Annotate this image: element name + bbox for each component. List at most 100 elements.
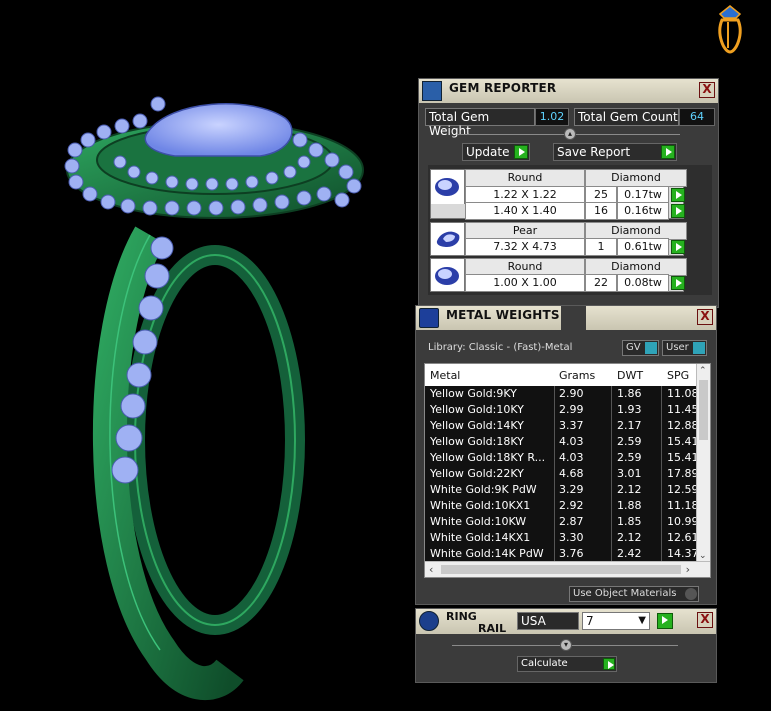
dwt-cell: 2.17	[617, 419, 642, 432]
gem-reporter-close-button[interactable]: X	[699, 82, 715, 98]
save-report-button[interactable]: Save Report	[553, 143, 677, 161]
dwt-cell: 1.93	[617, 403, 642, 416]
metal-weights-row[interactable]: Yellow Gold:10KY 2.99 1.93 11.45	[425, 402, 697, 418]
grams-cell: 2.90	[559, 387, 584, 400]
metal-weights-row[interactable]: Yellow Gold:22KY 4.68 3.01 17.89	[425, 466, 697, 482]
pear-gem-thumbnail-icon	[431, 223, 465, 255]
column-separator	[661, 530, 662, 546]
calculate-go-icon	[603, 658, 615, 670]
metal-weights-row[interactable]: Yellow Gold:18KY R... 4.03 2.59 15.41	[425, 450, 697, 466]
update-button[interactable]: Update	[462, 143, 530, 161]
ring-size-select[interactable]: 7 ▼	[582, 612, 650, 630]
scroll-up-icon[interactable]: ⌃	[699, 366, 708, 376]
metal-name-cell: Yellow Gold:22KY	[430, 467, 524, 480]
column-separator	[661, 546, 662, 562]
column-separator	[611, 498, 612, 514]
column-separator	[554, 514, 555, 530]
dropdown-arrow-icon: ▼	[638, 615, 646, 626]
metal-weights-row[interactable]: Yellow Gold:14KY 3.37 2.17 12.88	[425, 418, 697, 434]
spg-cell: 11.18	[667, 499, 697, 512]
gem-reporter-title: GEM REPORTER	[449, 81, 557, 95]
scroll-down-icon[interactable]: ⌄	[699, 551, 708, 561]
total-gem-count-value: 64	[679, 108, 715, 126]
grams-cell: 3.29	[559, 483, 584, 496]
gv-toggle[interactable]: GV	[622, 340, 659, 356]
metal-weights-row[interactable]: White Gold:14K PdW 3.76 2.42 14.37	[425, 546, 697, 562]
dwt-cell: 1.86	[617, 387, 642, 400]
gem-group-1-row-2-size: 1.40 X 1.40	[465, 202, 585, 220]
dwt-cell: 2.12	[617, 531, 642, 544]
update-go-icon	[514, 145, 528, 159]
metal-weights-close-button[interactable]: X	[697, 309, 713, 325]
metal-weights-row[interactable]: White Gold:10KX1 2.92 1.88 11.18	[425, 498, 697, 514]
metal-weights-table[interactable]: Metal Grams DWT SPG Yellow Gold:9KY 2.90 1…	[424, 363, 711, 578]
metal-weights-row[interactable]: White Gold:9K PdW 3.29 2.12 12.59	[425, 482, 697, 498]
library-label: Library: Classic - (Fast)-Metal	[428, 342, 573, 353]
column-separator	[554, 482, 555, 498]
dwt-cell: 2.59	[617, 435, 642, 448]
scroll-right-icon[interactable]: ›	[686, 563, 690, 576]
total-gem-count-label: Total Gem Count	[578, 110, 678, 124]
gem-group-1-row-1-select-button[interactable]	[671, 188, 685, 202]
col-header-spg[interactable]: SPG	[667, 369, 689, 382]
save-report-go-icon	[661, 145, 675, 159]
metal-name-cell: Yellow Gold:18KY R...	[430, 451, 546, 464]
column-separator	[661, 386, 662, 402]
ring-rail-icon	[419, 611, 439, 631]
gem-reporter-collapse-knob[interactable]: ▴	[564, 128, 576, 140]
metal-weights-titlebar[interactable]: METAL WEIGHTS	[416, 306, 561, 330]
scroll-left-icon[interactable]: ‹	[429, 563, 433, 576]
spg-cell: 12.88	[667, 419, 697, 432]
gem-reporter-icon	[422, 81, 442, 101]
col-header-grams[interactable]: Grams	[559, 369, 595, 382]
metal-weights-vertical-scrollbar[interactable]: ⌃ ⌄	[696, 364, 710, 563]
dwt-cell: 3.01	[617, 467, 642, 480]
column-separator	[661, 450, 662, 466]
column-separator	[611, 402, 612, 418]
metal-weights-title: METAL WEIGHTS	[446, 308, 560, 322]
column-separator	[611, 434, 612, 450]
use-object-materials-label: Use Object Materials	[573, 588, 677, 599]
ring-rail-close-button[interactable]: X	[697, 612, 713, 628]
metal-weights-row[interactable]: Yellow Gold:18KY 4.03 2.59 15.41	[425, 434, 697, 450]
metal-weights-table-header: Metal Grams DWT SPG	[425, 364, 696, 386]
user-toggle[interactable]: User	[662, 340, 707, 356]
dwt-cell: 2.42	[617, 547, 642, 560]
gem-group-1-row-2-select-button[interactable]	[671, 204, 685, 218]
metal-name-cell: White Gold:10KW	[430, 515, 527, 528]
metal-weights-row[interactable]: Yellow Gold:9KY 2.90 1.86 11.08	[425, 386, 697, 402]
vertical-scroll-thumb[interactable]	[699, 380, 708, 440]
gem-reporter-titlebar[interactable]: GEM REPORTER X	[419, 79, 718, 103]
grams-cell: 4.03	[559, 451, 584, 464]
col-header-dwt[interactable]: DWT	[617, 369, 643, 382]
grams-cell: 2.99	[559, 403, 584, 416]
ring-size-region-select[interactable]: USA	[517, 612, 579, 630]
column-separator	[661, 418, 662, 434]
total-gem-weight-label-box: Total Gem Weight	[425, 108, 535, 138]
gem-group-2-row-1-select-button[interactable]	[671, 240, 685, 254]
total-gem-weight-value: 1.02	[535, 108, 569, 126]
center-pear-diamond	[144, 103, 293, 157]
dwt-cell: 1.88	[617, 499, 642, 512]
calculate-button[interactable]: Calculate	[517, 656, 617, 672]
col-header-metal[interactable]: Metal	[430, 369, 460, 382]
grams-cell: 2.87	[559, 515, 584, 528]
gem-group-3-row-1-select-button[interactable]	[671, 276, 685, 290]
gem-group-1-material: Diamond	[585, 169, 687, 187]
ring-size-value: 7	[586, 614, 594, 628]
metal-weights-row[interactable]: White Gold:10KW 2.87 1.85 10.99	[425, 514, 697, 530]
metal-weights-row[interactable]: White Gold:14KX1 3.30 2.12 12.61	[425, 530, 697, 546]
metal-weights-titlebar-right[interactable]: X	[586, 306, 716, 330]
gem-group-3-row-1-weight: 0.08tw	[617, 274, 669, 292]
horizontal-scroll-thumb[interactable]	[441, 565, 681, 574]
use-object-materials-toggle[interactable]: Use Object Materials	[569, 586, 699, 602]
ring-rail-apply-button[interactable]	[657, 613, 673, 629]
ring-rail-title-line2: RAIL	[478, 622, 507, 635]
metal-weights-horizontal-scrollbar[interactable]: ‹ ›	[425, 561, 710, 577]
dwt-cell: 1.85	[617, 515, 642, 528]
column-separator	[554, 434, 555, 450]
ring-rail-collapse-knob[interactable]: ▾	[560, 639, 572, 651]
metal-name-cell: Yellow Gold:10KY	[430, 403, 524, 416]
grams-cell: 4.03	[559, 435, 584, 448]
column-separator	[611, 546, 612, 562]
